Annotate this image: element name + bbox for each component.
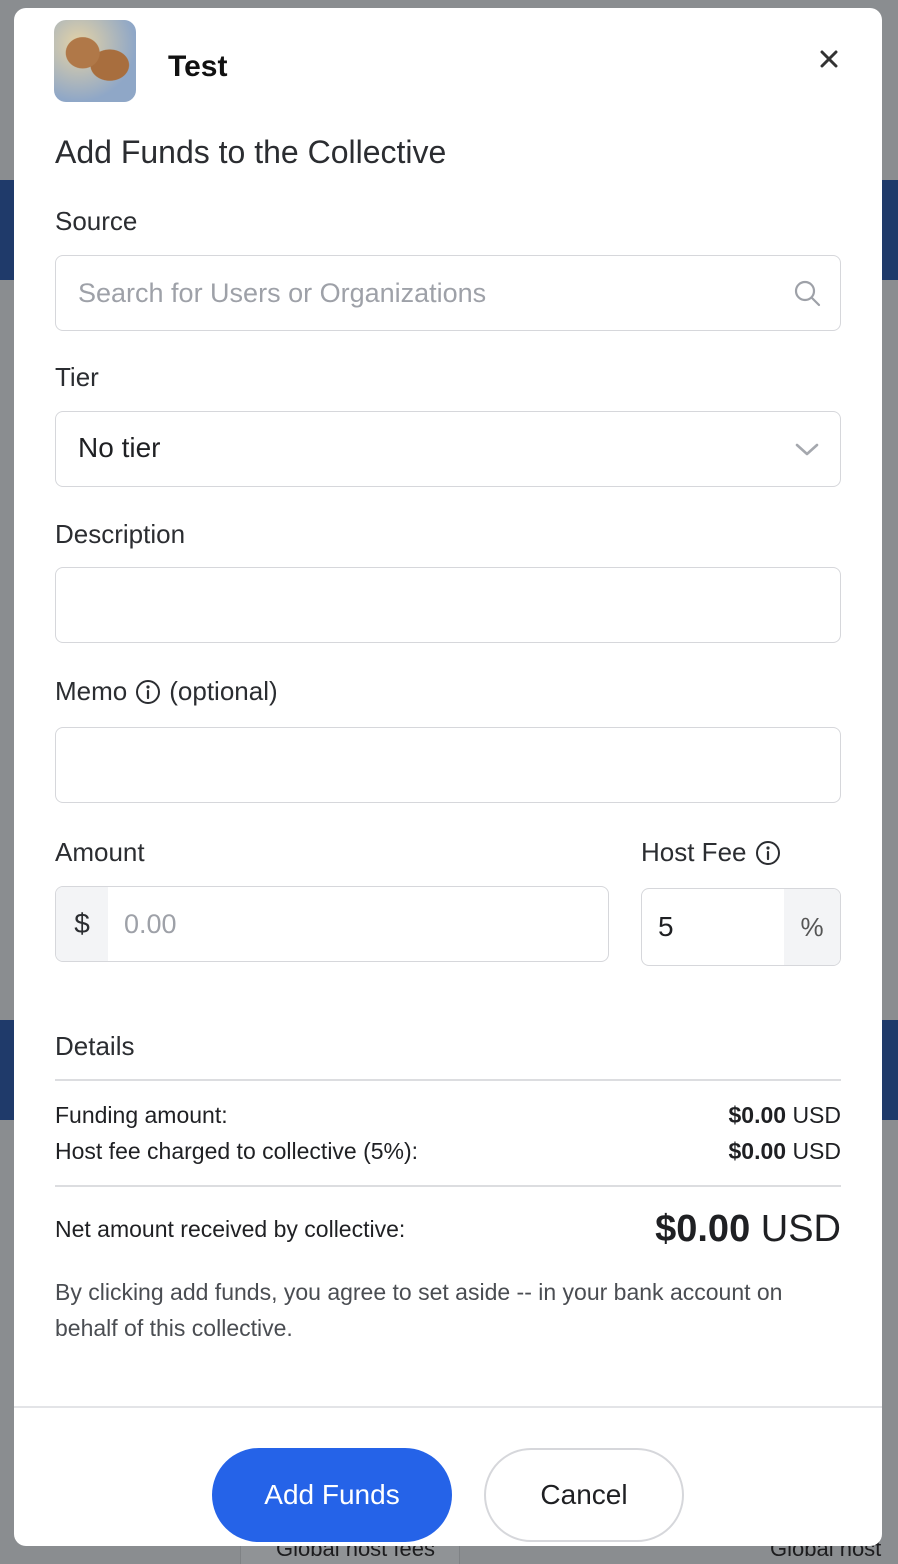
host-fee-charged-total: $0.00 USD [728,1138,841,1165]
memo-input[interactable] [55,727,841,803]
funding-amount-row: Funding amount: $0.00 USD [55,1102,841,1129]
tier-label-text: Tier [55,362,99,392]
source-placeholder: Search for Users or Organizations [78,278,487,308]
add-funds-modal: Test Add Funds to the Collective Source … [14,8,882,1546]
description-label-text: Description [55,519,186,549]
host-fee-charged-currency: USD [792,1138,841,1164]
net-amount-total: $0.00 USD [655,1208,841,1251]
source-search-input[interactable]: Search for Users or Organizations [55,255,841,331]
amount-label-text: Amount [55,837,145,867]
funding-amount-value: $0.00 [728,1102,787,1128]
tier-select[interactable]: No tier [55,411,841,487]
add-funds-button[interactable]: Add Funds [212,1448,452,1542]
close-icon[interactable] [814,44,844,74]
host-fee-input[interactable]: 5 % [641,888,841,966]
funding-amount-total: $0.00 USD [728,1102,841,1129]
footer-divider [14,1406,882,1408]
memo-optional-text: (optional) [169,676,278,706]
net-amount-value: $0.00 [655,1208,751,1250]
amount-input[interactable]: $ 0.00 [55,886,609,962]
source-label: Source [55,206,137,237]
host-fee-row: Host fee charged to collective (5%): $0.… [55,1138,841,1165]
divider [55,1079,841,1081]
currency-prefix: $ [56,887,108,961]
funding-amount-currency: USD [792,1102,841,1128]
description-label: Description [55,519,185,550]
modal-header: Test [54,20,842,110]
modal-title: Add Funds to the Collective [55,134,447,170]
memo-label-text: Memo [55,676,128,706]
divider [55,1185,841,1187]
host-fee-label: Host Fee [641,837,781,868]
amount-placeholder: 0.00 [124,909,177,939]
details-heading: Details [55,1031,134,1062]
collective-name: Test [168,50,228,83]
tier-label: Tier [55,362,99,393]
search-icon [792,278,822,308]
description-input[interactable] [55,567,841,643]
host-fee-charged-label: Host fee charged to collective (5%): [55,1138,419,1164]
memo-label: Memo (optional) [55,676,278,707]
cancel-button[interactable]: Cancel [484,1448,684,1542]
net-amount-label: Net amount received by collective: [55,1216,406,1242]
host-fee-label-text: Host Fee [641,837,747,867]
collective-avatar [54,20,136,102]
funding-amount-label: Funding amount: [55,1102,228,1128]
net-amount-row: Net amount received by collective: $0.00… [55,1208,841,1251]
percent-suffix: % [784,889,840,965]
disclaimer-text: By clicking add funds, you agree to set … [55,1279,783,1341]
host-fee-value: 5 [658,911,674,942]
info-icon[interactable] [755,840,781,866]
chevron-down-icon [792,434,822,464]
host-fee-charged-value: $0.00 [728,1138,787,1164]
info-icon[interactable] [135,679,161,705]
amount-label: Amount [55,837,145,868]
net-amount-currency: USD [760,1208,841,1250]
tier-value: No tier [78,432,161,463]
details-heading-text: Details [55,1031,135,1061]
source-label-text: Source [55,206,138,236]
